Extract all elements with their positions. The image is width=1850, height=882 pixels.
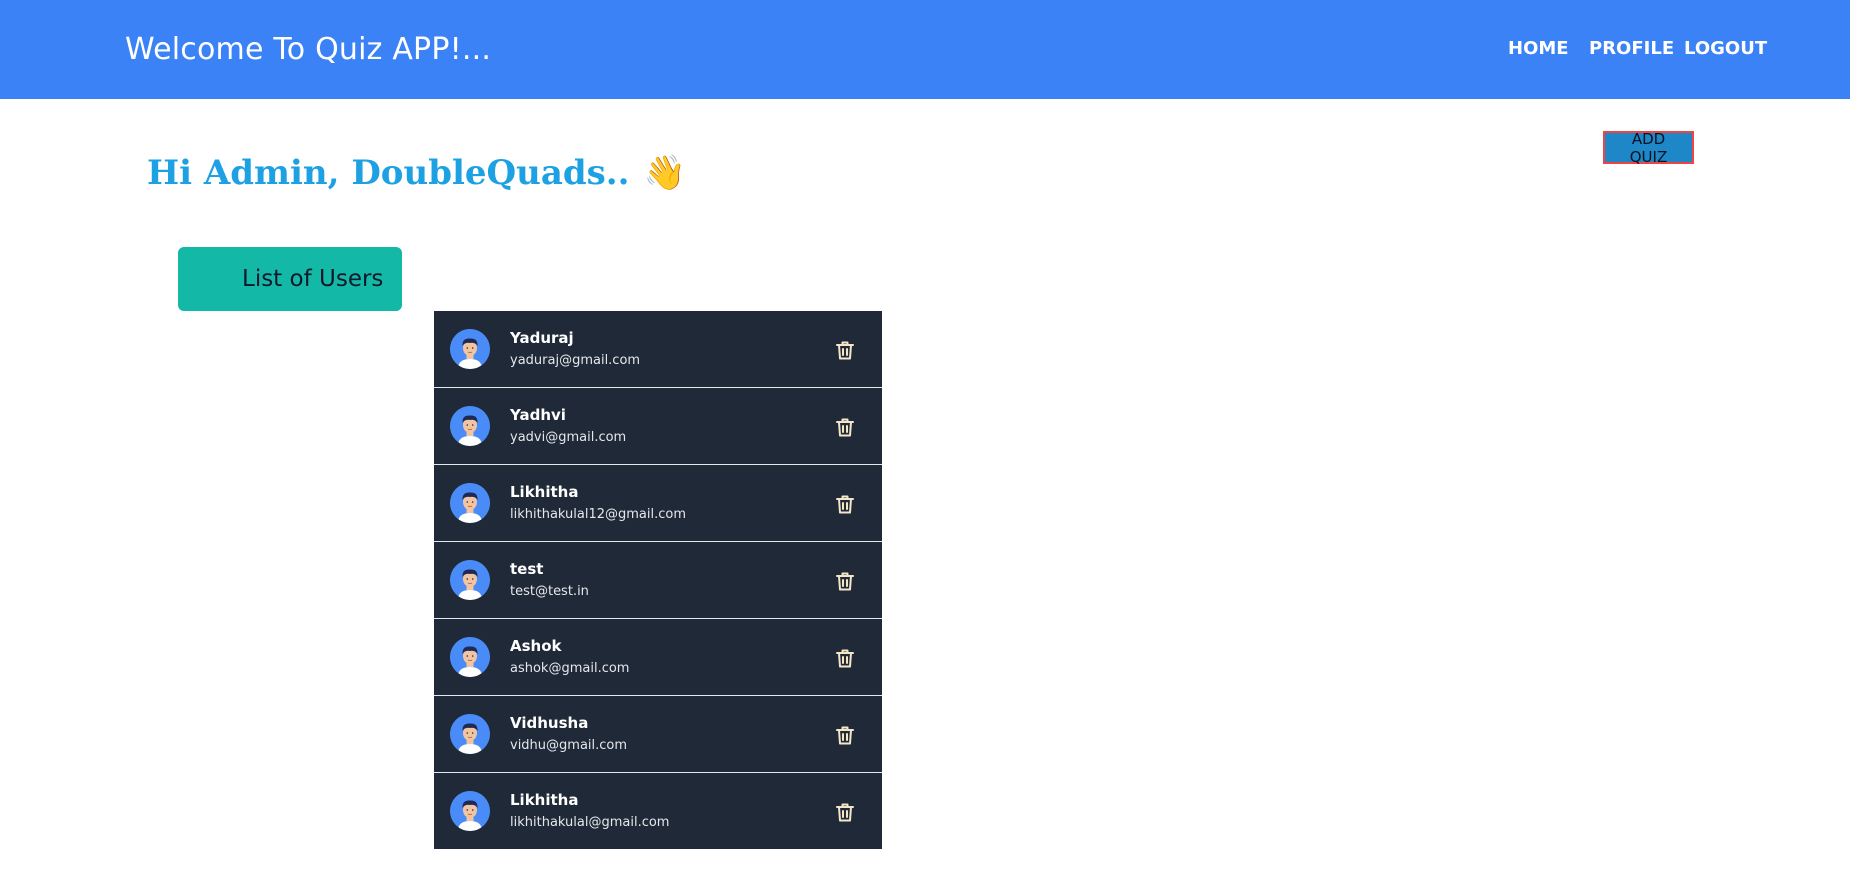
user-list: Yaduraj yaduraj@gmail.com Yadhvi yadvi@g… [434, 311, 882, 849]
user-row-6: Vidhusha vidhu@gmail.com [434, 696, 882, 773]
trash-icon [836, 495, 854, 514]
delete-user-button[interactable] [833, 723, 857, 747]
user-name: Likhitha [510, 791, 579, 809]
user-email: test@test.in [510, 584, 589, 599]
nav-home-link[interactable]: HOME [1508, 38, 1569, 59]
waving-hand-icon: 👋 [643, 152, 686, 193]
user-name: Likhitha [510, 483, 579, 501]
nav-profile-link[interactable]: PROFILE [1589, 38, 1674, 59]
delete-user-button[interactable] [833, 415, 857, 439]
users-list-header: List of Users [178, 247, 402, 311]
avatar-icon [450, 791, 490, 831]
user-name: Ashok [510, 637, 562, 655]
avatar-icon [450, 560, 490, 600]
avatar-icon [450, 714, 490, 754]
app-brand: Welcome To Quiz APP!... [125, 32, 492, 67]
user-row-5: Ashok ashok@gmail.com [434, 619, 882, 696]
user-email: likhithakulal@gmail.com [510, 815, 670, 830]
avatar-icon [450, 329, 490, 369]
delete-user-button[interactable] [833, 569, 857, 593]
avatar-icon [450, 406, 490, 446]
greeting-text: Hi Admin, DoubleQuads.. [147, 152, 630, 193]
user-name: Yaduraj [510, 329, 574, 347]
delete-user-button[interactable] [833, 492, 857, 516]
user-name: Yadhvi [510, 406, 566, 424]
user-email: yadvi@gmail.com [510, 430, 627, 445]
trash-icon [836, 572, 854, 591]
avatar-icon [450, 483, 490, 523]
users-list-header-label: List of Users [242, 266, 384, 292]
user-email: likhithakulal12@gmail.com [510, 507, 687, 522]
user-row-2: Yadhvi yadvi@gmail.com [434, 388, 882, 465]
user-row-3: Likhitha likhithakulal12@gmail.com [434, 465, 882, 542]
add-quiz-button[interactable]: ADD QUIZ [1603, 130, 1694, 166]
trash-icon [836, 726, 854, 745]
delete-user-button[interactable] [833, 338, 857, 362]
delete-user-button[interactable] [833, 800, 857, 824]
user-email: yaduraj@gmail.com [510, 353, 641, 368]
user-email: ashok@gmail.com [510, 661, 630, 676]
trash-icon [836, 418, 854, 437]
user-name: Vidhusha [510, 714, 589, 732]
user-name: test [510, 560, 544, 578]
delete-user-button[interactable] [833, 646, 857, 670]
top-navbar: Welcome To Quiz APP!... HOME PROFILE LOG… [0, 0, 1850, 99]
nav-logout-link[interactable]: LOGOUT [1684, 38, 1767, 59]
trash-icon [836, 649, 854, 668]
trash-icon [836, 803, 854, 822]
greeting-heading: Hi Admin, DoubleQuads.. 👋 [147, 153, 686, 193]
trash-icon [836, 341, 854, 360]
user-row-1: Yaduraj yaduraj@gmail.com [434, 311, 882, 388]
avatar-icon [450, 637, 490, 677]
user-row-7: Likhitha likhithakulal@gmail.com [434, 773, 882, 849]
user-row-4: test test@test.in [434, 542, 882, 619]
user-email: vidhu@gmail.com [510, 738, 628, 753]
